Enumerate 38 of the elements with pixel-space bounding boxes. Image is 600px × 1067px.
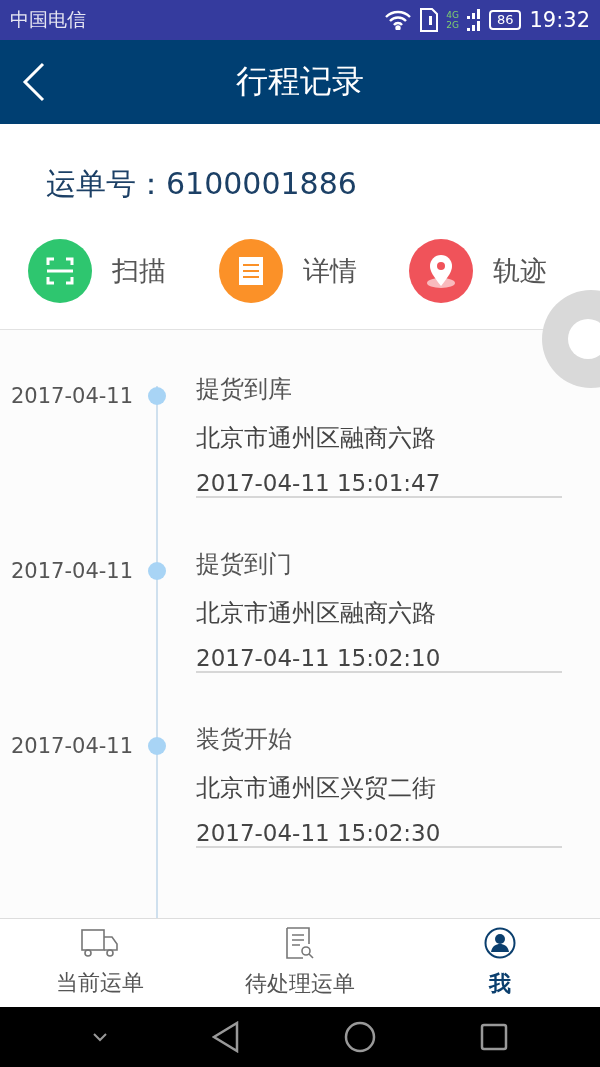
event-address: 北京市通州区兴贸二街 (196, 772, 437, 804)
event-time: 2017-04-11 15:02:10 (196, 645, 442, 671)
truck-icon (81, 928, 119, 958)
details-button[interactable]: 详情 (218, 238, 410, 304)
back-triangle-icon[interactable] (212, 1021, 240, 1053)
event-address: 北京市通州区融商六路 (196, 597, 437, 629)
waybill-number: 运单号：6100001886 (46, 166, 357, 201)
event-address: 北京市通州区融商六路 (196, 422, 437, 454)
page-title: 行程记录 (236, 61, 364, 102)
event-time: 2017-04-11 15:01:47 (196, 470, 442, 496)
event-date: 2017-04-11 (10, 558, 135, 585)
chevron-down-icon[interactable] (92, 1032, 108, 1042)
tab-item[interactable]: 当前运单 (0, 919, 200, 1007)
wifi-icon (384, 10, 413, 30)
timeline-dot (148, 737, 166, 755)
network-type: 2G (446, 20, 459, 30)
timeline-dot (148, 562, 166, 580)
signal-icon (466, 8, 481, 32)
network-type: 4G (446, 10, 459, 20)
square-icon[interactable] (480, 1023, 508, 1051)
tab-item[interactable]: 我 (400, 919, 600, 1007)
person-icon (484, 927, 516, 959)
battery-level: 86 (488, 10, 522, 30)
event-title: 提货到门 (196, 549, 293, 580)
event-title: 提货到库 (196, 374, 293, 405)
event-date: 2017-04-11 (10, 383, 135, 410)
home-circle-icon[interactable] (344, 1021, 376, 1053)
event-time: 2017-04-11 15:02:30 (196, 820, 442, 846)
document-search-icon (284, 927, 316, 959)
clock: 19:32 (529, 8, 590, 32)
sim-card-icon (420, 8, 439, 32)
timeline-dot (148, 387, 166, 405)
back-icon[interactable] (22, 62, 46, 102)
tab-item[interactable]: 待处理运单 (200, 919, 400, 1007)
scan-button[interactable]: 扫描 (28, 238, 219, 304)
event-title: 装货开始 (196, 724, 293, 755)
event-date: 2017-04-11 (10, 733, 135, 760)
carrier-name: 中国电信 (10, 7, 87, 32)
